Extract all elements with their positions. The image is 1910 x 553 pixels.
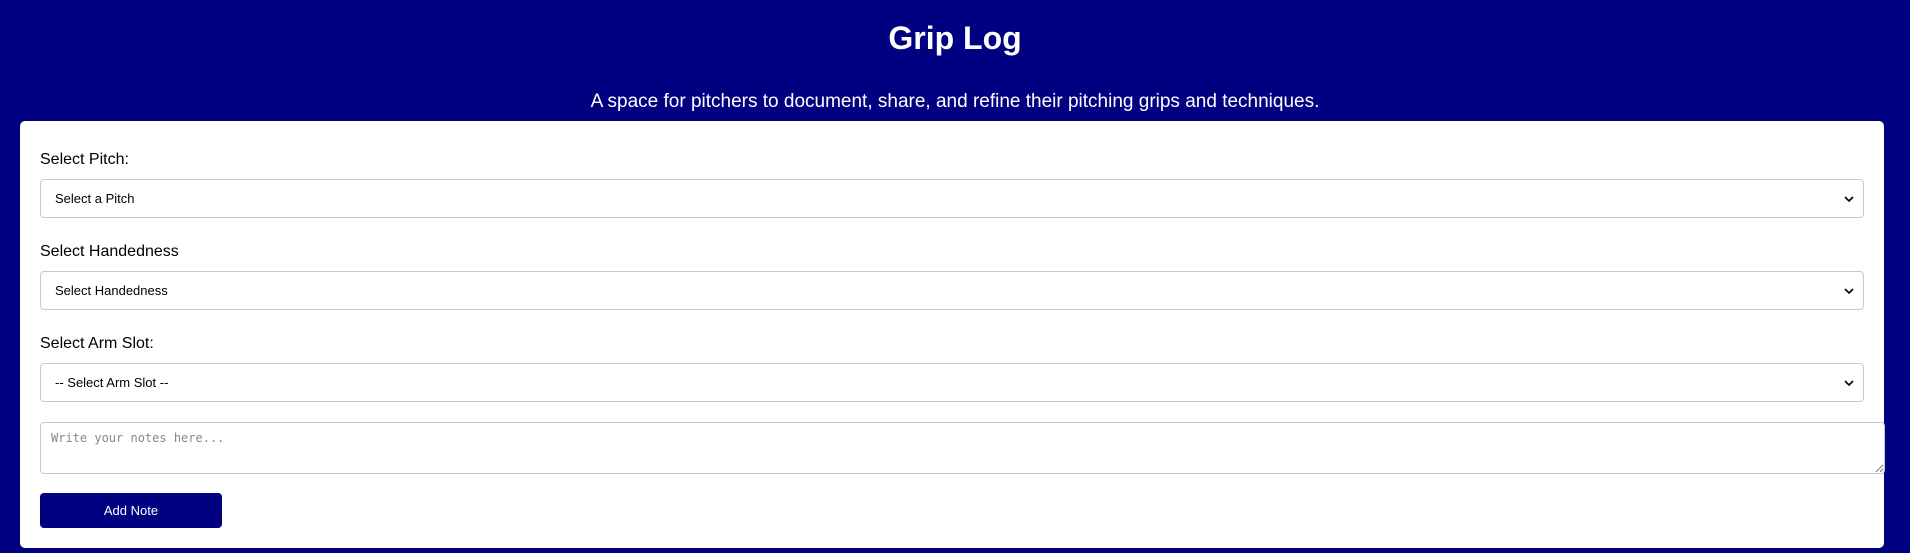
chevron-down-icon <box>1844 195 1854 202</box>
handedness-select[interactable]: Select Handedness <box>40 271 1864 310</box>
pitch-select[interactable]: Select a Pitch <box>40 179 1864 218</box>
arm-slot-select[interactable]: -- Select Arm Slot -- <box>40 363 1864 402</box>
chevron-down-icon <box>1844 287 1854 294</box>
page-subtitle: A space for pitchers to document, share,… <box>590 91 1320 112</box>
chevron-down-icon <box>1844 379 1854 386</box>
page-header: Grip Log A space for pitchers to documen… <box>0 0 1910 113</box>
pitch-label: Select Pitch: <box>40 151 129 168</box>
arm-slot-label: Select Arm Slot: <box>40 335 154 352</box>
notes-textarea[interactable] <box>40 422 1885 474</box>
grip-form-card: Select Pitch: Select a Pitch Select Hand… <box>20 121 1885 548</box>
add-note-button[interactable]: Add Note <box>40 493 222 528</box>
pitch-select-value: Select a Pitch <box>55 191 135 206</box>
handedness-select-value: Select Handedness <box>55 283 168 298</box>
page-title: Grip Log <box>888 20 1022 56</box>
handedness-label: Select Handedness <box>40 243 179 260</box>
arm-slot-select-value: -- Select Arm Slot -- <box>55 375 169 390</box>
